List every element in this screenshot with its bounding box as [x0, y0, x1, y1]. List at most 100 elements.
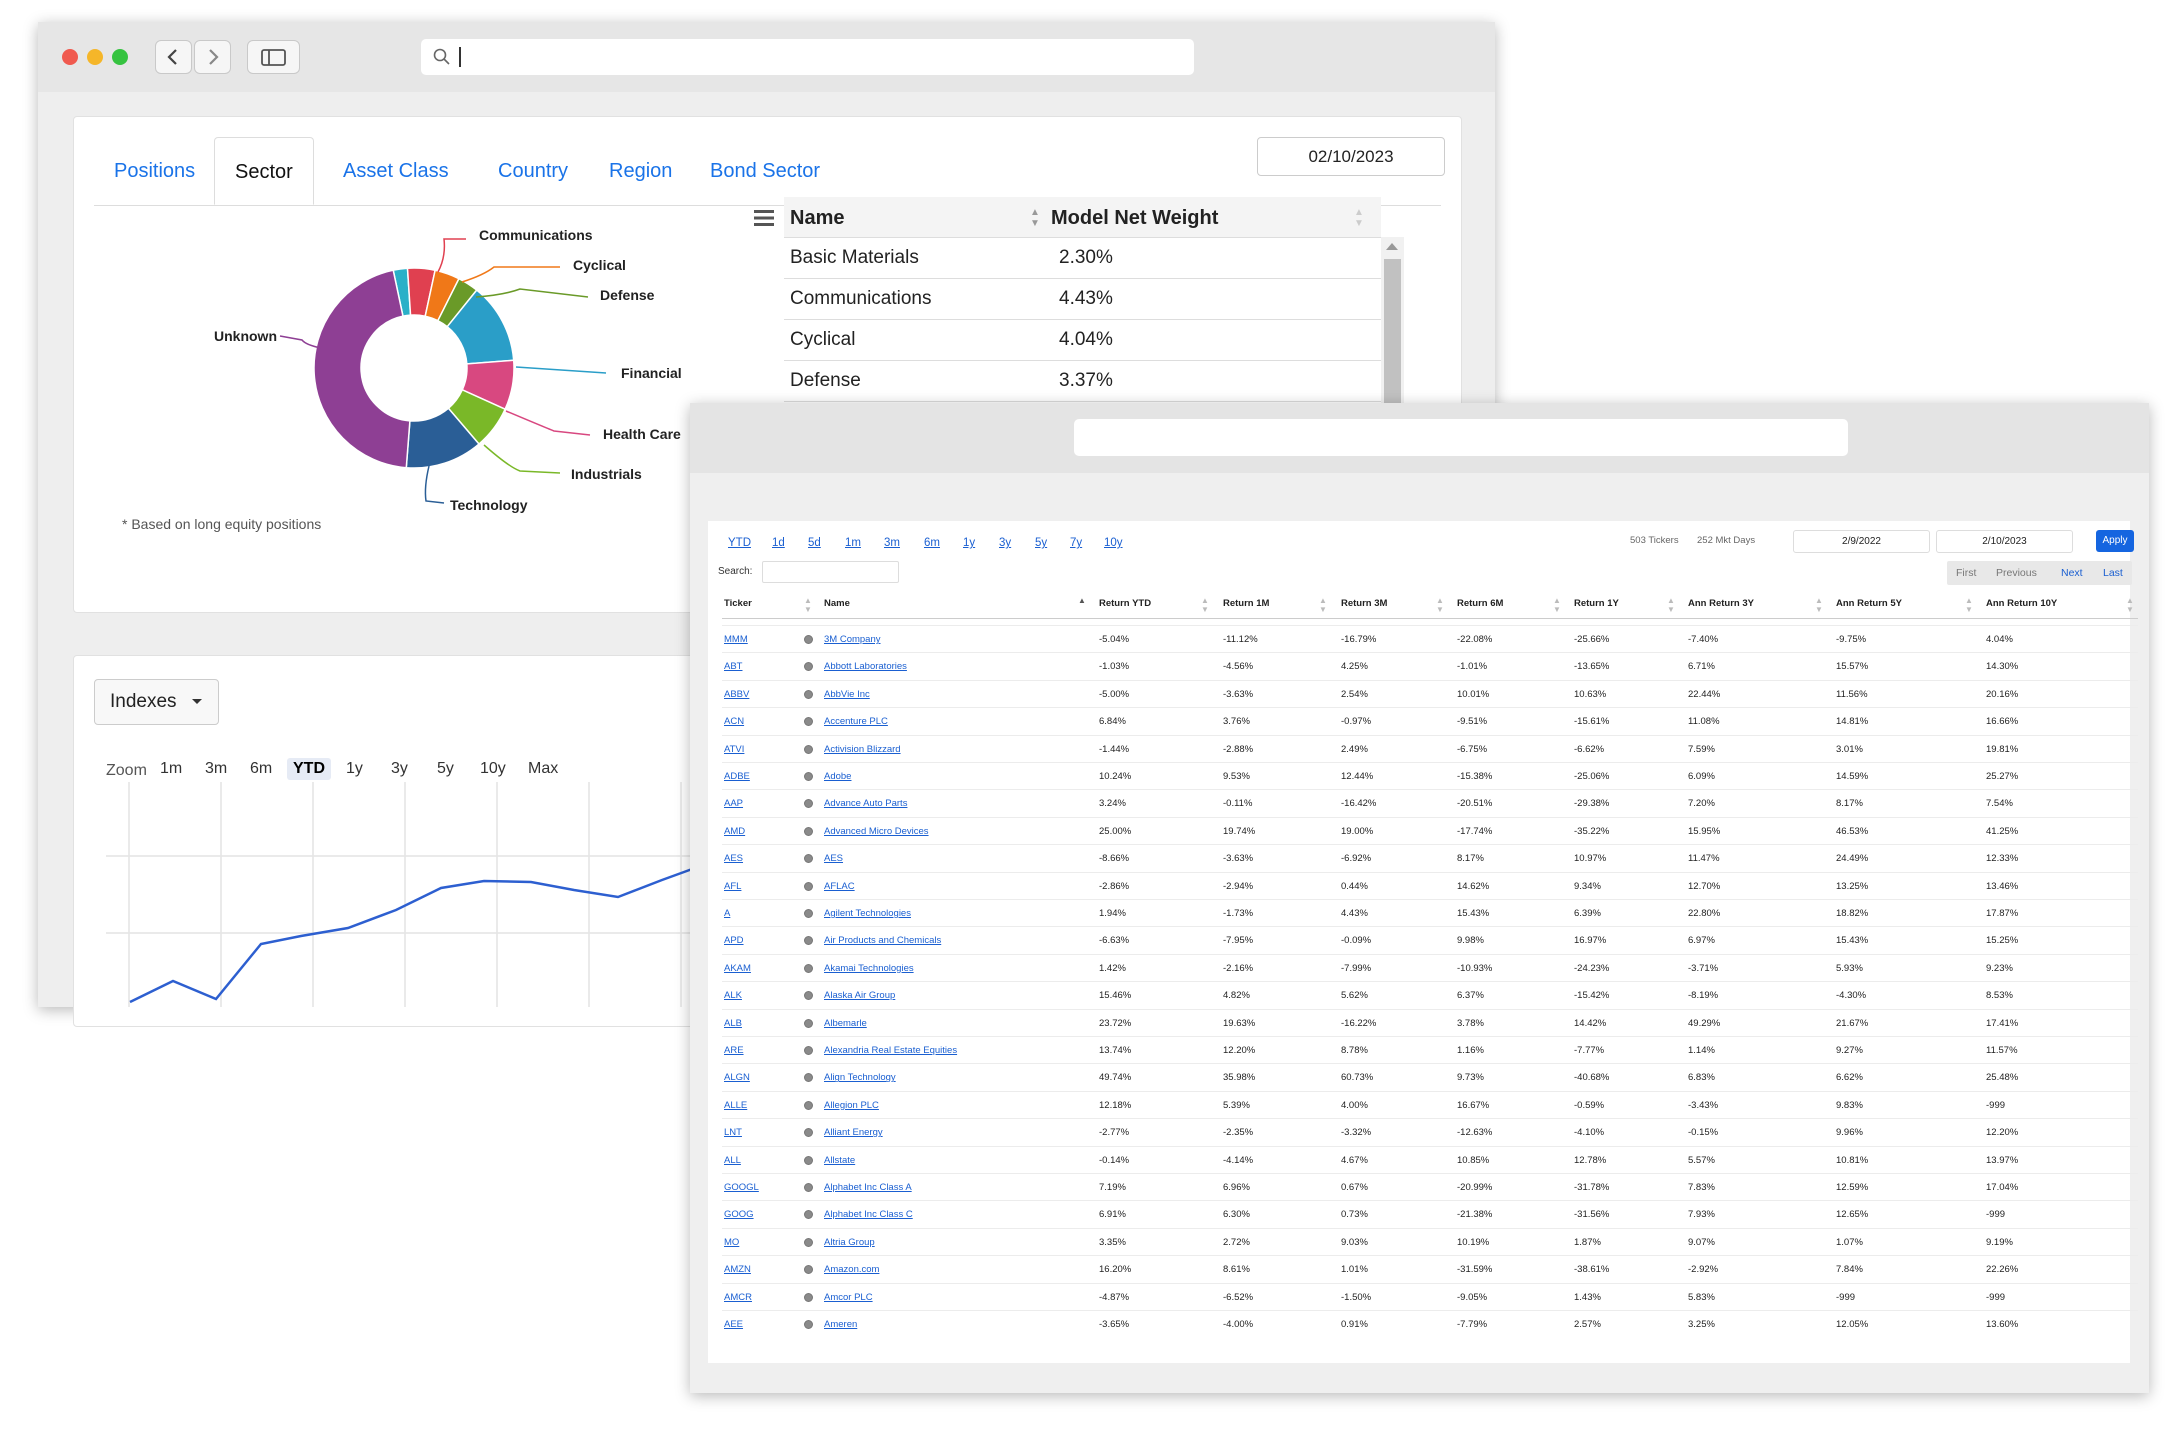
table-row[interactable]: Communications 4.43% — [784, 279, 1404, 320]
ticker-cell[interactable]: ATVI — [724, 744, 744, 755]
name-cell[interactable]: 3M Company — [824, 634, 881, 645]
ticker-cell[interactable]: ADBE — [724, 771, 750, 782]
ticker-cell[interactable]: ABT — [724, 661, 742, 672]
search-input[interactable] — [762, 561, 899, 583]
ticker-cell[interactable]: GOOG — [724, 1209, 754, 1220]
close-window-button[interactable] — [62, 49, 78, 65]
row-info-icon[interactable] — [804, 881, 813, 891]
name-cell[interactable]: Alliant Energy — [824, 1127, 883, 1138]
ticker-cell[interactable]: AMCR — [724, 1292, 752, 1303]
ticker-cell[interactable]: ACN — [724, 716, 744, 727]
apply-button[interactable]: Apply — [2096, 530, 2134, 552]
zoom-10y[interactable]: 10y — [474, 758, 512, 780]
end-date-input[interactable]: 2/10/2023 — [1936, 530, 2073, 553]
name-cell[interactable]: Activision Blizzard — [824, 744, 901, 755]
row-info-icon[interactable] — [804, 963, 813, 973]
ticker-cell[interactable]: AEE — [724, 1319, 743, 1330]
name-cell[interactable]: Alphabet Inc Class C — [824, 1209, 913, 1220]
row-info-icon[interactable] — [804, 1018, 813, 1028]
period-5y[interactable]: 5y — [1035, 537, 1047, 549]
name-cell[interactable]: Air Products and Chemicals — [824, 935, 941, 946]
row-info-icon[interactable] — [804, 1265, 813, 1275]
table-row[interactable]: Cyclical 4.04% — [784, 320, 1404, 361]
row-info-icon[interactable] — [804, 991, 813, 1001]
zoom-3m[interactable]: 3m — [199, 758, 233, 780]
row-info-icon[interactable] — [804, 1183, 813, 1192]
name-cell[interactable]: Amazon.com — [824, 1264, 879, 1275]
row-info-icon[interactable] — [804, 1292, 813, 1302]
name-cell[interactable]: AES — [824, 853, 843, 864]
row-info-icon[interactable] — [804, 826, 813, 836]
row-info-icon[interactable] — [804, 635, 813, 644]
name-cell[interactable]: Ameren — [824, 1319, 857, 1330]
period-3m[interactable]: 3m — [884, 537, 900, 549]
name-cell[interactable]: Allstate — [824, 1155, 855, 1166]
period-1y[interactable]: 1y — [963, 537, 975, 549]
minimize-window-button[interactable] — [87, 49, 103, 65]
pager-previous[interactable]: Previous — [1996, 567, 2037, 579]
name-cell[interactable]: Abbott Laboratories — [824, 661, 907, 672]
ticker-cell[interactable]: ABBV — [724, 689, 749, 700]
name-cell[interactable]: Accenture PLC — [824, 716, 888, 727]
ticker-cell[interactable]: AFL — [724, 881, 741, 892]
name-cell[interactable]: Altria Group — [824, 1237, 875, 1248]
period-10y[interactable]: 10y — [1104, 537, 1123, 549]
date-input[interactable]: 02/10/2023 — [1257, 137, 1445, 176]
name-cell[interactable]: Allegion PLC — [824, 1100, 879, 1111]
ticker-cell[interactable]: ALB — [724, 1018, 742, 1029]
row-info-icon[interactable] — [804, 1100, 813, 1110]
zoom-5y[interactable]: 5y — [431, 758, 460, 780]
row-info-icon[interactable] — [804, 1237, 813, 1247]
row-info-icon[interactable] — [804, 854, 813, 864]
name-cell[interactable]: Align Technology — [824, 1072, 896, 1083]
row-info-icon[interactable] — [804, 1210, 813, 1220]
zoom-ytd[interactable]: YTD — [287, 758, 331, 780]
col-header-model-net-weight[interactable]: Model Net Weight — [1051, 207, 1218, 230]
ticker-cell[interactable]: ALLE — [724, 1100, 747, 1111]
zoom-1y[interactable]: 1y — [340, 758, 369, 780]
row-info-icon[interactable] — [804, 1046, 813, 1055]
ticker-cell[interactable]: AMZN — [724, 1264, 751, 1275]
name-cell[interactable]: Advanced Micro Devices — [824, 826, 929, 837]
table-row[interactable]: Defense 3.37% — [784, 361, 1404, 402]
ticker-cell[interactable]: ALK — [724, 990, 742, 1001]
ticker-cell[interactable]: GOOGL — [724, 1182, 759, 1193]
row-info-icon[interactable] — [804, 1073, 813, 1083]
row-info-icon[interactable] — [804, 1128, 813, 1138]
ticker-cell[interactable]: AMD — [724, 826, 745, 837]
indexes-dropdown[interactable]: Indexes — [94, 679, 219, 725]
row-info-icon[interactable] — [804, 909, 813, 918]
zoom-1m[interactable]: 1m — [154, 758, 188, 780]
ticker-cell[interactable]: AKAM — [724, 963, 751, 974]
name-cell[interactable]: Alaska Air Group — [824, 990, 895, 1001]
row-info-icon[interactable] — [804, 717, 813, 727]
back-button[interactable] — [155, 40, 192, 74]
name-cell[interactable]: Alexandria Real Estate Equities — [824, 1045, 957, 1056]
period-6m[interactable]: 6m — [924, 537, 940, 549]
ticker-cell[interactable]: MO — [724, 1237, 739, 1248]
scroll-up-arrow-icon[interactable] — [1386, 243, 1398, 250]
row-info-icon[interactable] — [804, 936, 813, 946]
zoom-max[interactable]: Max — [522, 758, 564, 780]
table-menu-button[interactable] — [753, 209, 775, 227]
name-cell[interactable]: Amcor PLC — [824, 1292, 873, 1303]
ticker-cell[interactable]: ALGN — [724, 1072, 750, 1083]
name-cell[interactable]: Adobe — [824, 771, 851, 782]
row-info-icon[interactable] — [804, 772, 813, 781]
col-header-name[interactable]: Name — [790, 207, 844, 230]
row-info-icon[interactable] — [804, 662, 813, 672]
row-info-icon[interactable] — [804, 1320, 813, 1329]
ticker-cell[interactable]: AAP — [724, 798, 743, 809]
address-bar[interactable] — [421, 39, 1194, 75]
name-cell[interactable]: Alphabet Inc Class A — [824, 1182, 912, 1193]
period-1d[interactable]: 1d — [772, 537, 785, 549]
name-cell[interactable]: Albemarle — [824, 1018, 867, 1029]
pager-next[interactable]: Next — [2061, 567, 2083, 579]
pager-last[interactable]: Last — [2103, 567, 2123, 579]
ticker-cell[interactable]: MMM — [724, 634, 748, 645]
row-info-icon[interactable] — [804, 689, 813, 699]
name-cell[interactable]: Akamai Technologies — [824, 963, 914, 974]
start-date-input[interactable]: 2/9/2022 — [1793, 530, 1930, 553]
ticker-cell[interactable]: A — [724, 908, 730, 919]
pie-slice-unknown[interactable] — [313, 269, 411, 469]
